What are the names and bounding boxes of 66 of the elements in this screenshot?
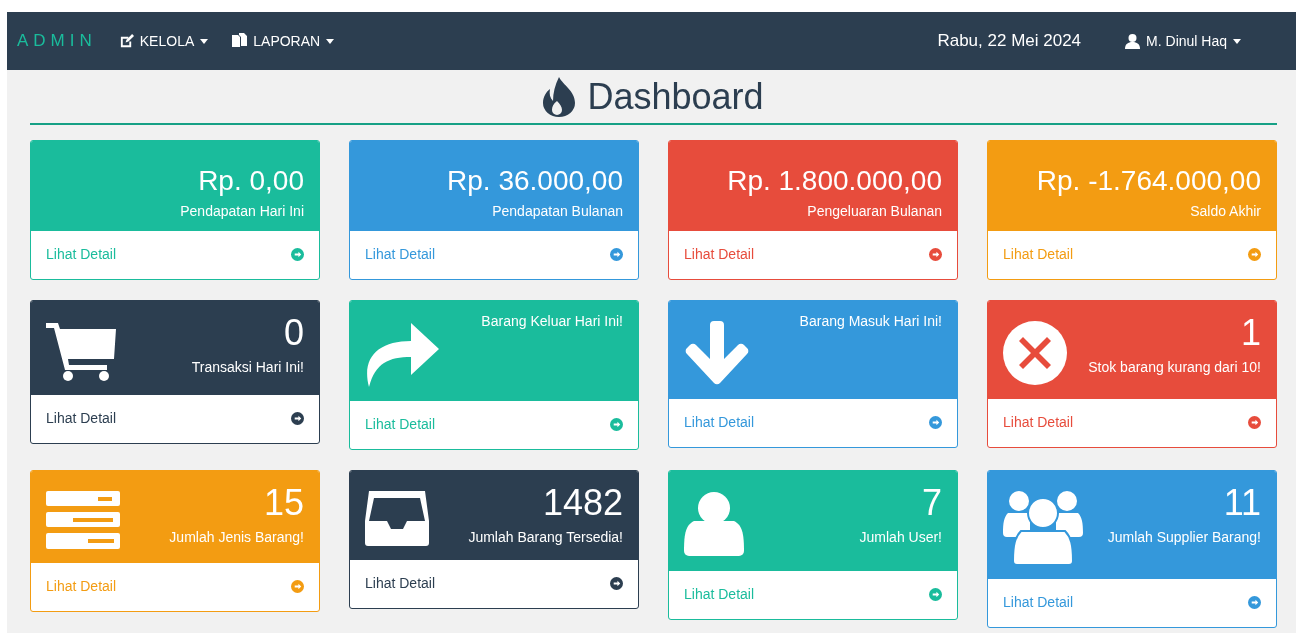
stat-value: Rp. -1.764.000,00 [1036, 165, 1261, 197]
stat-label: Barang Keluar Hari Ini! [481, 313, 623, 329]
detail-link[interactable]: Lihat Detail [669, 399, 957, 447]
close-circle-icon [1003, 321, 1067, 385]
stat-value: 7 [921, 483, 942, 523]
stat-value: 11 [1223, 483, 1261, 523]
down-arrow-icon [684, 321, 750, 385]
stat-value: Rp. 36.000,00 [447, 165, 623, 197]
stat-label: Saldo Akhir [1190, 203, 1261, 219]
stat-label: Pendapatan Bulanan [492, 203, 623, 219]
detail-link[interactable]: Lihat Detail [350, 401, 638, 449]
caret-icon [326, 38, 335, 44]
stat-value: 0 [283, 313, 304, 353]
arrow-circle-icon [610, 417, 623, 431]
stat-label: Pengeluaran Bulanan [807, 203, 942, 219]
stat-label: Jumlah Supplier Barang! [1107, 529, 1261, 545]
curved-arrow-icon [365, 321, 441, 387]
caret-icon [200, 38, 209, 44]
arrow-circle-icon [1248, 595, 1261, 609]
nav-menu[interactable]: LAPORAN [232, 33, 335, 49]
arrow-circle-icon [610, 247, 623, 261]
detail-link[interactable]: Lihat Detail [350, 560, 638, 608]
detail-link[interactable]: Lihat Detail [669, 571, 957, 619]
arrow-circle-icon [291, 579, 304, 593]
stat-label: Jumlah Barang Tersedia! [468, 529, 623, 545]
arrow-circle-icon [291, 411, 304, 425]
stat-label: Transaksi Hari Ini! [191, 359, 304, 375]
arrow-circle-icon [610, 576, 623, 590]
stat-value: Rp. 0,00 [198, 165, 304, 197]
stat-value: 1 [1240, 313, 1261, 353]
stat-label: Jumlah User! [859, 529, 942, 545]
user-icon [684, 491, 744, 557]
page-title: Dashboard [587, 76, 764, 118]
stat-label: Jumlah Jenis Barang! [169, 529, 304, 545]
detail-link[interactable]: Lihat Detail [988, 399, 1276, 447]
date-text: Rabu, 22 Mei 2024 [937, 31, 1082, 51]
edit-icon [118, 33, 134, 49]
arrow-circle-icon [929, 587, 942, 601]
files-icon [232, 33, 248, 49]
users-icon [1003, 491, 1083, 565]
user-icon [1125, 33, 1141, 49]
arrow-circle-icon [1248, 247, 1261, 261]
brand-logo[interactable]: ADMIN [17, 31, 97, 51]
shopping-cart-icon [46, 321, 116, 381]
stat-value: 15 [263, 483, 304, 523]
stat-label: Barang Masuk Hari Ini! [799, 313, 942, 329]
stat-label: Stok barang kurang dari 10! [1088, 359, 1261, 375]
detail-link[interactable]: Lihat Detail [988, 579, 1276, 627]
list-icon [46, 491, 120, 549]
nav-menu[interactable]: KELOLA [118, 33, 209, 49]
stat-label: Pendapatan Hari Ini [180, 203, 304, 219]
stat-value: Rp. 1.800.000,00 [727, 165, 942, 197]
caret-icon [1233, 38, 1241, 44]
stat-value: 1482 [542, 483, 623, 523]
detail-link[interactable]: Lihat Detail [31, 563, 319, 611]
inbox-icon [365, 491, 429, 546]
arrow-circle-icon [929, 415, 942, 429]
arrow-circle-icon [291, 247, 304, 261]
detail-link[interactable]: Lihat Detail [31, 395, 319, 443]
arrow-circle-icon [929, 247, 942, 261]
arrow-circle-icon [1248, 415, 1261, 429]
detail-link[interactable]: Lihat Detail [31, 231, 319, 279]
detail-link[interactable]: Lihat Detail [988, 231, 1276, 279]
user-menu[interactable]: M. Dinul Haq [1125, 33, 1241, 49]
detail-link[interactable]: Lihat Detail [669, 231, 957, 279]
detail-link[interactable]: Lihat Detail [350, 231, 638, 279]
